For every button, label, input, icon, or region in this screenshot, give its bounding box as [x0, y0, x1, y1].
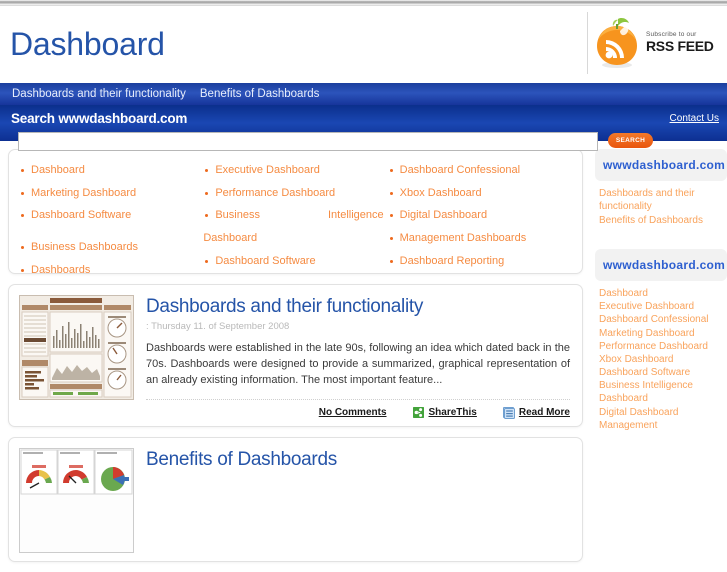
main-navigation: Dashboards and their functionality Benef… [0, 83, 727, 105]
keyword-wrap-line[interactable]: Dashboard [203, 232, 387, 245]
keyword-link[interactable]: Business Dashboards [19, 241, 203, 254]
sidebar-links-list: Dashboards and their functionality Benef… [595, 187, 727, 227]
article-title[interactable]: Dashboards and their functionality [146, 296, 570, 318]
sidebar-category[interactable]: Digital Dashboard [599, 406, 723, 419]
no-comments-item[interactable]: No Comments [319, 407, 387, 418]
article-card-dashboards-functionality: Dashboards and their functionality : Thu… [8, 284, 583, 427]
keyword-spacer [19, 232, 203, 241]
keyword-link[interactable]: Dashboard Reporting [388, 255, 572, 268]
search-button[interactable]: SEARCH [608, 133, 653, 148]
share-icon [412, 406, 424, 418]
sidebar-category[interactable]: Marketing Dashboard [599, 327, 723, 340]
sidebar-category[interactable]: Xbox Dashboard [599, 353, 723, 366]
rss-orange-icon [594, 17, 640, 69]
article-body: Dashboards and their functionality : Thu… [134, 295, 570, 419]
article-thumbnail-gauges[interactable] [19, 447, 134, 553]
keyword-link[interactable]: Dashboard Software [203, 255, 387, 268]
sidebar-category[interactable]: Dashboard Confessional [599, 313, 723, 326]
keyword-links-card: Dashboard Marketing Dashboard Dashboard … [8, 149, 583, 276]
keyword-link[interactable]: Executive Dashboard [203, 164, 387, 177]
site-header: Dashboard Subscribe to our RSS FEED [0, 6, 727, 83]
nav-item-dashboards-functionality[interactable]: Dashboards and their functionality [12, 88, 186, 100]
article-card-benefits-dashboards: Benefits of Dashboards [8, 436, 583, 562]
rss-feed-badge[interactable]: Subscribe to our RSS FEED [587, 12, 723, 74]
article-thumbnail-dashboard-screenshot[interactable] [19, 295, 134, 400]
article-date: : Thursday 11. of September 2008 [146, 320, 290, 332]
sidebar-link[interactable]: Dashboards and their functionality [599, 187, 723, 213]
rss-feed-text: RSS FEED [646, 38, 714, 55]
rss-text: Subscribe to our RSS FEED [646, 31, 714, 55]
read-more-item[interactable]: Read More [502, 406, 570, 419]
keyword-column-1: Dashboard Marketing Dashboard Dashboard … [19, 164, 203, 286]
contact-us-link[interactable]: Contact Us [670, 113, 719, 124]
keyword-link[interactable]: Dashboards [19, 264, 203, 277]
main-column: Dashboard Marketing Dashboard Dashboard … [0, 149, 591, 572]
sidebar-category[interactable]: Management [599, 419, 723, 432]
sidebar-link[interactable]: Benefits of Dashboards [599, 214, 723, 227]
sidebar-categories-heading-box: wwwdashboard.com Categories [595, 248, 727, 281]
nav-item-benefits-dashboards[interactable]: Benefits of Dashboards [200, 88, 320, 100]
keyword-link[interactable]: Performance Dashboard [203, 187, 387, 200]
share-this-item[interactable]: ShareThis [412, 406, 477, 418]
page-body: Dashboard Marketing Dashboard Dashboard … [0, 141, 727, 572]
sidebar-category[interactable]: Executive Dashboard [599, 300, 723, 313]
sidebar-categories-heading: wwwdashboard.com Categories [603, 257, 727, 272]
sidebar-links-heading-box: wwwdashboard.com Links [595, 149, 727, 182]
document-icon [502, 406, 515, 419]
search-heading: Search wwwdashboard.com [11, 111, 188, 126]
search-band: Search wwwdashboard.com Contact Us SEARC… [0, 105, 727, 151]
article-excerpt: Dashboards were established in the late … [146, 341, 570, 386]
share-this-link[interactable]: ShareThis [429, 407, 477, 418]
sidebar-links-heading: wwwdashboard.com Links [603, 158, 727, 172]
article-meta: No Comments ShareThis Read More [146, 406, 570, 419]
article-body: Benefits of Dashboards [134, 448, 570, 553]
sidebar-category[interactable]: Performance Dashboard [599, 340, 723, 353]
sidebar-category[interactable]: Dashboard Software [599, 366, 723, 379]
article-divider [146, 398, 570, 400]
sidebar-category[interactable]: Dashboard [599, 287, 723, 300]
sidebar-categories-list: Dashboard Executive Dashboard Dashboard … [595, 287, 727, 432]
keyword-column-2: Executive Dashboard Performance Dashboar… [203, 164, 387, 286]
article-title[interactable]: Benefits of Dashboards [146, 449, 570, 471]
keyword-link-business-intelligence[interactable]: Business Intelligence [203, 209, 387, 222]
search-input[interactable] [18, 132, 598, 151]
keyword-link[interactable]: Xbox Dashboard [388, 187, 572, 200]
keyword-link[interactable]: Dashboard Software [19, 209, 203, 222]
sidebar: wwwdashboard.com Links Dashboards and th… [591, 149, 727, 572]
keyword-grid: Dashboard Marketing Dashboard Dashboard … [19, 164, 572, 286]
keyword-column-3: Dashboard Confessional Xbox Dashboard Di… [388, 164, 572, 286]
keyword-link[interactable]: Digital Dashboard [388, 209, 572, 222]
read-more-link[interactable]: Read More [519, 407, 570, 418]
keyword-link[interactable]: Dashboard [19, 164, 203, 177]
keyword-link[interactable]: Management Dashboards [388, 232, 572, 245]
keyword-part-right: Intelligence [327, 209, 384, 222]
no-comments-link[interactable]: No Comments [319, 407, 387, 418]
keyword-part-left: Business [215, 209, 260, 222]
sidebar-category[interactable]: Business Intelligence Dashboard [599, 379, 723, 405]
keyword-link[interactable]: Marketing Dashboard [19, 187, 203, 200]
keyword-link[interactable]: Dashboard Confessional [388, 164, 572, 177]
site-title: Dashboard [10, 26, 165, 62]
